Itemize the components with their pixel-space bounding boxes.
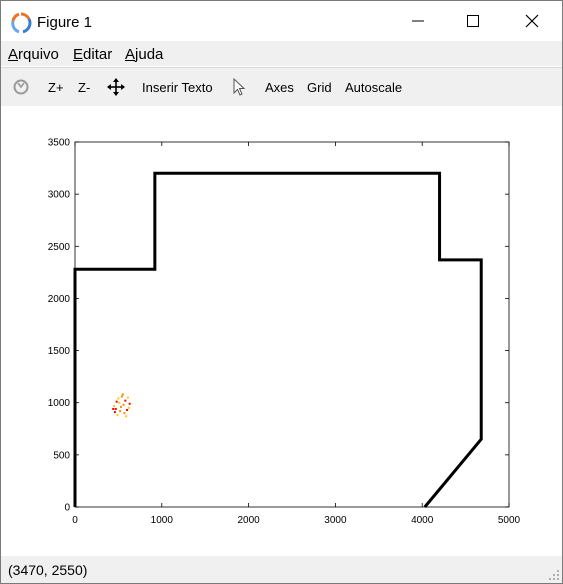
- close-icon: [525, 14, 539, 28]
- y-tick-label: 1500: [48, 346, 71, 357]
- scatter-point: [119, 410, 122, 413]
- plot-area[interactable]: 0 1000 2000 3000 4000 5000 0 500 1000 1500 2000 250…: [1, 106, 562, 556]
- resize-grip-icon[interactable]: [548, 569, 560, 581]
- scatter-point: [128, 402, 131, 405]
- figure-chart[interactable]: 0 1000 2000 3000 4000 5000 0 500 1000 1500 2000 250…: [1, 106, 562, 556]
- x-tick-label: 0: [72, 515, 78, 526]
- scatter-point: [122, 403, 125, 406]
- y-tick-label: 1000: [48, 398, 71, 409]
- scatter-point: [118, 401, 121, 404]
- scatter-point: [120, 405, 123, 408]
- cursor-coordinates: (3470, 2550): [8, 562, 88, 578]
- toolbar: Z+ Z- Inserir Texto Axes Grid Autoscale: [1, 67, 562, 107]
- scatter-point: [120, 395, 123, 398]
- y-tick-label: 500: [53, 450, 70, 461]
- select-button[interactable]: [232, 68, 246, 106]
- scatter-point: [113, 411, 116, 414]
- y-tick-label: 2000: [48, 294, 71, 305]
- pan-button[interactable]: [107, 68, 125, 106]
- zoom-in-button[interactable]: Z+: [48, 68, 64, 106]
- menu-editar[interactable]: Editar: [73, 46, 112, 63]
- maximize-icon: [467, 15, 479, 27]
- axes-button[interactable]: Axes: [265, 68, 294, 106]
- boundary-line: [73, 171, 483, 508]
- scatter-point: [114, 407, 117, 410]
- x-tick-label: 1000: [151, 515, 174, 526]
- scatter-point: [124, 399, 127, 402]
- minimize-button[interactable]: [395, 1, 441, 41]
- menu-arquivo[interactable]: Arquivo: [8, 46, 59, 63]
- rotate-button[interactable]: [12, 68, 30, 106]
- axes-box: [74, 141, 510, 508]
- scatter-point: [113, 404, 116, 407]
- close-button[interactable]: [509, 1, 555, 41]
- menu-bar: Arquivo Editar Ajuda: [1, 41, 562, 66]
- scatter-point: [116, 414, 119, 417]
- insert-text-button[interactable]: Inserir Texto: [142, 68, 213, 106]
- scatter-point: [126, 409, 129, 412]
- y-tick-label: 0: [64, 503, 70, 514]
- scatter-point: [126, 396, 129, 399]
- window-title: Figure 1: [37, 14, 93, 31]
- y-tick-label: 3000: [48, 190, 71, 201]
- autoscale-button[interactable]: Autoscale: [345, 68, 402, 106]
- status-bar: (3470, 2550): [1, 556, 562, 583]
- rotate-icon: [13, 79, 29, 95]
- scatter-point: [127, 406, 130, 409]
- pointer-icon: [233, 78, 246, 96]
- scatter-point: [112, 407, 115, 410]
- pan-icon: [107, 78, 125, 96]
- title-bar: Figure 1: [1, 1, 562, 41]
- figure-window: Figure 1 Arquivo Editar Ajuda Z+ Z- Inse…: [0, 0, 563, 584]
- zoom-out-button[interactable]: Z-: [78, 68, 90, 106]
- scatter-point: [123, 412, 126, 415]
- menu-ajuda[interactable]: Ajuda: [125, 46, 163, 63]
- maximize-button[interactable]: [450, 1, 496, 41]
- scatter-point: [115, 400, 118, 403]
- scatter-point: [125, 415, 128, 418]
- scatter-point: [121, 393, 124, 396]
- x-tick-label: 2000: [237, 515, 260, 526]
- octave-app-icon: [11, 12, 32, 34]
- x-tick-label: 5000: [498, 515, 521, 526]
- y-tick-label: 2500: [48, 242, 71, 253]
- x-tick-label: 4000: [411, 515, 434, 526]
- scatter-point: [117, 397, 120, 400]
- y-tick-label: 3500: [48, 138, 71, 149]
- x-tick-label: 3000: [324, 515, 347, 526]
- grid-button[interactable]: Grid: [307, 68, 332, 106]
- minimize-icon: [412, 20, 424, 22]
